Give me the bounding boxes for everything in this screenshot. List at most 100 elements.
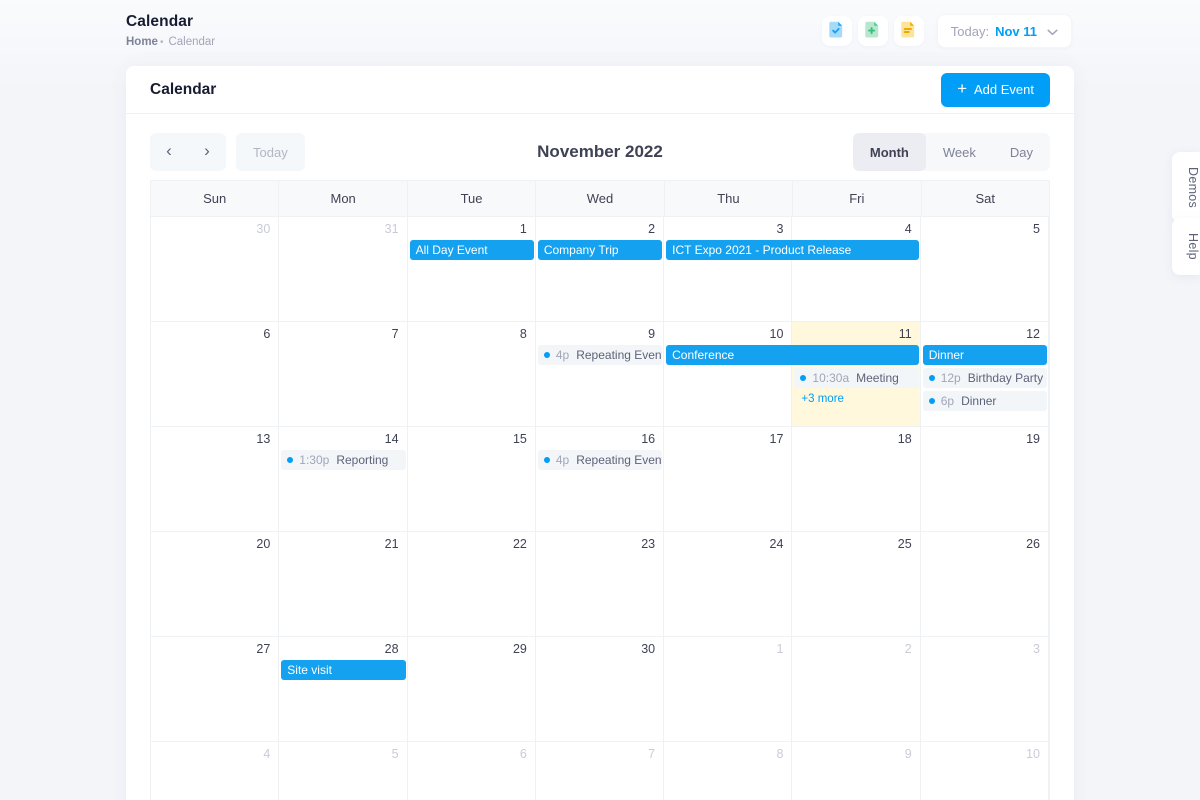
topbar: Calendar Home • Calendar bbox=[126, 0, 1074, 62]
quick-action-new-file-button[interactable] bbox=[858, 16, 888, 46]
day-cell[interactable]: 20 bbox=[151, 532, 279, 636]
day-cell[interactable]: 26 bbox=[921, 532, 1049, 636]
day-cell[interactable]: 9 bbox=[536, 322, 664, 426]
day-cell[interactable]: 7 bbox=[279, 322, 407, 426]
day-cell[interactable]: 19 bbox=[921, 427, 1049, 531]
day-cell[interactable]: 23 bbox=[536, 532, 664, 636]
day-cell[interactable]: 16 bbox=[536, 427, 664, 531]
day-cell[interactable]: 18 bbox=[792, 427, 920, 531]
view-month-button[interactable]: Month bbox=[853, 133, 926, 171]
day-cell[interactable]: 5 bbox=[279, 742, 407, 800]
day-cell[interactable]: 9 bbox=[792, 742, 920, 800]
quick-action-tasks-button[interactable] bbox=[822, 16, 852, 46]
event-item[interactable]: 6pDinner bbox=[923, 391, 1047, 411]
date-number: 16 bbox=[536, 432, 655, 447]
day-cell[interactable]: 7 bbox=[536, 742, 664, 800]
date-number: 19 bbox=[921, 432, 1040, 447]
today-button[interactable]: Today bbox=[236, 133, 305, 171]
day-cell[interactable]: 24 bbox=[664, 532, 792, 636]
event-bar[interactable]: Dinner bbox=[923, 345, 1047, 365]
event-item[interactable]: 1:30pReporting bbox=[281, 450, 405, 470]
next-month-button[interactable]: › bbox=[188, 133, 226, 171]
week-row: 131415161718191:30pReporting4pRepeating … bbox=[151, 427, 1049, 532]
day-cell[interactable]: 10 bbox=[664, 322, 792, 426]
day-cell[interactable]: 31 bbox=[279, 217, 407, 321]
breadcrumb-home-link[interactable]: Home bbox=[126, 36, 158, 48]
day-cell[interactable]: 3 bbox=[921, 637, 1049, 741]
day-cell[interactable]: 10 bbox=[921, 742, 1049, 800]
today-date-value: Nov 11 bbox=[995, 24, 1037, 39]
day-cell[interactable]: 17 bbox=[664, 427, 792, 531]
date-number: 8 bbox=[664, 747, 783, 762]
event-bar[interactable]: All Day Event bbox=[410, 240, 534, 260]
day-cell[interactable]: 1 bbox=[408, 217, 536, 321]
week-row: 20 212223 2425 26 bbox=[151, 532, 1049, 637]
page-title: Calendar bbox=[126, 13, 193, 31]
day-cell[interactable]: 8 bbox=[664, 742, 792, 800]
help-side-tab[interactable]: Help bbox=[1172, 218, 1200, 275]
quick-action-notes-button[interactable] bbox=[894, 16, 924, 46]
day-cell[interactable]: 21 bbox=[279, 532, 407, 636]
date-number: 23 bbox=[536, 537, 655, 552]
plus-icon: + bbox=[957, 80, 967, 97]
day-cell[interactable]: 5 bbox=[921, 217, 1049, 321]
day-cell[interactable]: 2 bbox=[536, 217, 664, 321]
breadcrumb-separator: • bbox=[160, 37, 164, 48]
date-number: 3 bbox=[664, 222, 783, 237]
date-number: 18 bbox=[792, 432, 911, 447]
week-row: 303112345 All Day EventCompany TripICT Ex… bbox=[151, 217, 1049, 322]
date-number: 6 bbox=[151, 327, 270, 342]
event-item[interactable]: 4pRepeating Event bbox=[538, 345, 662, 365]
day-header-fri: Fri bbox=[793, 181, 921, 216]
event-item[interactable]: 4pRepeating Event bbox=[538, 450, 662, 470]
date-number: 20 bbox=[151, 537, 270, 552]
day-cell[interactable]: 30 bbox=[536, 637, 664, 741]
day-cell[interactable]: 8 bbox=[408, 322, 536, 426]
day-cell[interactable]: 14 bbox=[279, 427, 407, 531]
date-number: 10 bbox=[921, 747, 1040, 762]
date-number: 25 bbox=[792, 537, 911, 552]
day-header-wed: Wed bbox=[536, 181, 664, 216]
event-time: 10:30a bbox=[812, 371, 849, 385]
day-cell[interactable]: 22 bbox=[408, 532, 536, 636]
date-number: 6 bbox=[408, 747, 527, 762]
add-event-button[interactable]: + Add Event bbox=[941, 73, 1050, 107]
day-cell[interactable]: 4 bbox=[792, 217, 920, 321]
day-cell[interactable]: 30 bbox=[151, 217, 279, 321]
day-cell[interactable]: 3 bbox=[664, 217, 792, 321]
event-time: 12p bbox=[941, 371, 961, 385]
date-number: 10 bbox=[664, 327, 783, 342]
date-number: 15 bbox=[408, 432, 527, 447]
view-week-button[interactable]: Week bbox=[926, 133, 993, 171]
day-cell[interactable]: 4 bbox=[151, 742, 279, 800]
event-bar[interactable]: Company Trip bbox=[538, 240, 662, 260]
demos-side-tab[interactable]: Demos bbox=[1172, 152, 1200, 223]
event-bar[interactable]: ICT Expo 2021 - Product Release bbox=[666, 240, 919, 260]
more-events-link[interactable]: +3 more bbox=[794, 391, 844, 407]
day-cell[interactable]: 1 bbox=[664, 637, 792, 741]
event-item[interactable]: 12pBirthday Party bbox=[923, 368, 1047, 388]
day-of-week-header-row: SunMonTueWedThuFriSat bbox=[151, 181, 1049, 217]
date-number: 7 bbox=[279, 327, 398, 342]
day-cell[interactable]: 13 bbox=[151, 427, 279, 531]
today-date-dropdown[interactable]: Today: Nov 11 bbox=[937, 14, 1072, 48]
prev-month-button[interactable]: ‹ bbox=[150, 133, 188, 171]
date-number: 14 bbox=[279, 432, 398, 447]
day-cell[interactable]: 2 bbox=[792, 637, 920, 741]
day-cell[interactable]: 27 bbox=[151, 637, 279, 741]
day-cell[interactable]: 29 bbox=[408, 637, 536, 741]
event-bar[interactable]: Conference bbox=[666, 345, 919, 365]
day-cell[interactable]: 6 bbox=[151, 322, 279, 426]
day-cell[interactable]: 28 bbox=[279, 637, 407, 741]
day-cell[interactable]: 6 bbox=[408, 742, 536, 800]
view-switcher: Month Week Day bbox=[853, 133, 1050, 171]
day-cell[interactable]: 25 bbox=[792, 532, 920, 636]
date-number: 4 bbox=[151, 747, 270, 762]
date-number: 3 bbox=[921, 642, 1040, 657]
view-day-button[interactable]: Day bbox=[993, 133, 1050, 171]
event-bar[interactable]: Site visit bbox=[281, 660, 405, 680]
day-cell[interactable]: 15 bbox=[408, 427, 536, 531]
event-title: Repeating Event bbox=[576, 453, 662, 467]
event-item[interactable]: 10:30aMeeting bbox=[794, 368, 918, 388]
date-number: 4 bbox=[792, 222, 911, 237]
